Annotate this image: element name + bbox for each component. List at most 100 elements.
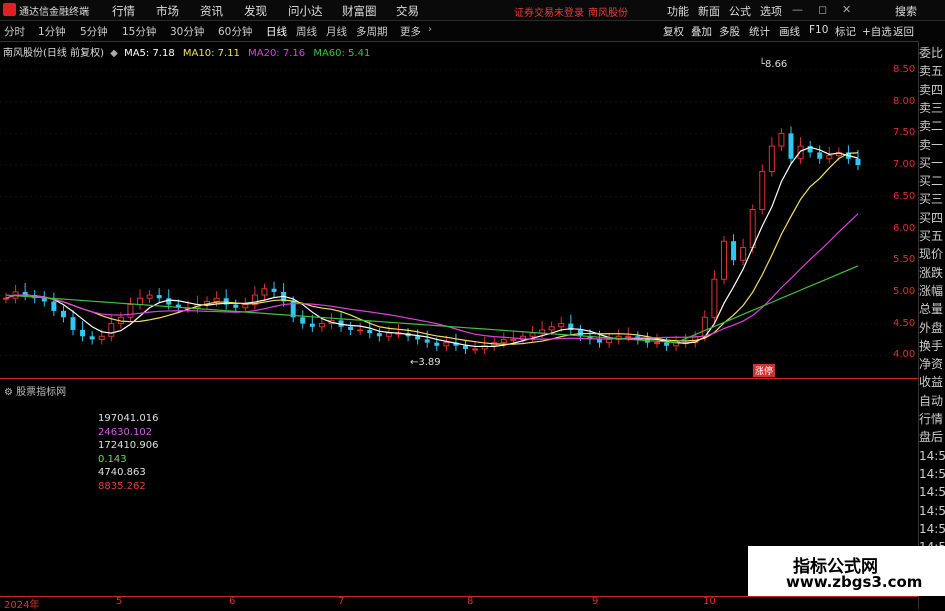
side-panel-item[interactable]: 自动 [919,394,943,408]
side-panel-item[interactable]: 行情 [919,413,943,426]
candle-body[interactable] [759,170,766,210]
trade-login-notice[interactable]: 证券交易未登录 [514,4,584,19]
tab-daily[interactable]: 日线 [266,24,287,39]
gear-icon[interactable]: ⚙ [4,387,16,398]
close-icon[interactable]: ✕ [842,3,851,16]
search-button[interactable]: 搜索 [895,3,917,19]
candle-body[interactable] [300,317,306,324]
candle-body[interactable] [510,338,517,341]
candle-body[interactable] [348,326,354,330]
stats-button[interactable]: 统计 [749,24,770,39]
chevron-right-icon[interactable]: › [428,24,432,35]
menu-item-shichang[interactable]: 市场 [156,3,179,19]
side-panel-item[interactable]: 总量 [919,303,943,316]
candle-body[interactable] [271,288,277,292]
candle-body[interactable] [720,240,727,280]
candle-body[interactable] [424,339,430,343]
tab-fenshi[interactable]: 分时 [4,24,25,39]
side-panel-item[interactable]: 委比 [919,47,943,60]
candle-body[interactable] [146,294,153,299]
multi-stock-button[interactable]: 多股 [719,24,740,39]
back-button[interactable]: 返回 [893,24,914,39]
candle-body[interactable] [701,316,708,337]
candle-body[interactable] [826,155,833,160]
tab-15min[interactable]: 15分钟 [122,24,156,39]
candle-body[interactable] [137,297,144,306]
menu-gongshi[interactable]: 公式 [729,3,751,19]
side-panel-item[interactable]: 卖二 [919,120,943,133]
candle-body[interactable] [529,332,536,337]
side-panel-item[interactable]: 换手 [919,339,943,353]
candle-body[interactable] [367,329,373,334]
menu-item-wenxiaoda[interactable]: 问小达 [288,3,323,19]
candle-body[interactable] [98,335,105,340]
candle-body[interactable] [357,329,364,332]
candle-body[interactable] [261,288,268,296]
tab-30min[interactable]: 30分钟 [170,24,204,39]
f10-button[interactable]: F10 [809,24,828,36]
side-panel-item[interactable]: 买四 [919,211,943,225]
side-panel-item[interactable]: 外盘 [919,321,943,335]
side-panel-item[interactable]: 卖三 [919,101,943,115]
candle-body[interactable] [89,336,95,340]
side-panel-item[interactable]: 14:5 [919,504,945,518]
tab-1min[interactable]: 1分钟 [38,24,66,39]
candle-body[interactable] [434,342,440,346]
candle-body[interactable] [443,342,450,347]
side-panel-item[interactable]: 14:5 [919,449,945,463]
candle-body[interactable] [108,323,115,337]
menu-item-caifuquan[interactable]: 财富圈 [342,3,377,19]
candle-body[interactable] [233,304,239,308]
candle-body[interactable] [855,158,861,166]
candle-body[interactable] [817,152,823,159]
candle-body[interactable] [60,310,66,318]
candle-body[interactable] [500,338,507,344]
side-panel-item[interactable]: 买二 [919,175,943,188]
candle-body[interactable] [472,348,479,351]
minimize-icon[interactable]: — [792,3,803,16]
menu-gongneng[interactable]: 功能 [667,3,689,19]
menu-xuanxiang[interactable]: 选项 [760,3,782,19]
candle-body[interactable] [711,278,718,318]
menu-xinmian[interactable]: 新面 [698,3,720,19]
side-panel-item[interactable]: 14:5 [919,467,945,481]
candle-body[interactable] [309,323,315,327]
side-panel-item[interactable]: 涨幅 [919,284,943,298]
menu-item-jiaoyi[interactable]: 交易 [396,3,419,19]
candle-body[interactable] [653,342,660,345]
candle-body[interactable] [740,247,747,261]
candle-body[interactable] [749,208,756,249]
side-panel-item[interactable]: 涨跌 [919,266,943,280]
candle-body[interactable] [768,145,775,172]
candle-body[interactable] [385,332,392,337]
candle-body[interactable] [415,336,421,340]
side-panel-item[interactable]: 买三 [919,193,943,206]
side-panel-item[interactable]: 卖五 [919,65,943,78]
tab-multi-period[interactable]: 多周期 [356,24,388,39]
overlay-button[interactable]: 叠加 [691,24,712,39]
add-watchlist-button[interactable]: +自选 [862,24,892,39]
menu-item-zixun[interactable]: 资讯 [200,3,223,19]
candle-body[interactable] [788,133,794,159]
draw-line-button[interactable]: 画线 [779,24,800,39]
side-panel-item[interactable]: 卖一 [919,138,943,152]
side-panel-item[interactable]: 净资 [919,358,943,371]
tab-60min[interactable]: 60分钟 [218,24,252,39]
candle-body[interactable] [70,317,76,330]
side-panel-item[interactable]: 14:5 [919,486,945,499]
candle-body[interactable] [548,326,555,331]
side-panel-item[interactable]: 收益 [919,376,943,389]
tab-weekly[interactable]: 周线 [296,24,317,39]
candle-body[interactable] [156,295,162,299]
tab-monthly[interactable]: 月线 [326,24,347,39]
candle-body[interactable] [597,339,603,343]
side-panel-item[interactable]: 买一 [919,156,943,170]
tab-more[interactable]: 更多 [400,24,421,39]
side-panel-item[interactable]: 买五 [919,230,943,243]
side-panel-item[interactable]: 14:5 [919,522,945,536]
candle-body[interactable] [797,145,804,160]
candle-body[interactable] [778,132,785,147]
fuquan-button[interactable]: 复权 [663,24,684,39]
menu-item-faxian[interactable]: 发现 [244,3,267,19]
candle-body[interactable] [558,323,565,328]
